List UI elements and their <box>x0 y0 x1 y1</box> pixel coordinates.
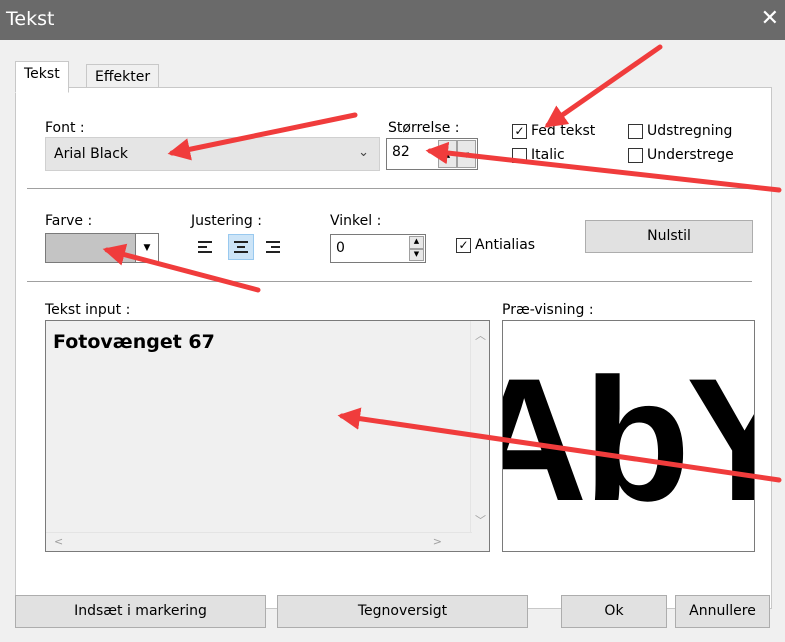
divider <box>27 281 752 282</box>
ok-button[interactable]: Ok <box>561 595 667 628</box>
scroll-up-icon[interactable]: ︿ <box>475 327 486 343</box>
scroll-right-icon[interactable]: > <box>433 535 442 548</box>
text-input-value: Fotovænget 67 <box>53 331 215 353</box>
size-down-button[interactable]: ▼ <box>457 140 476 168</box>
preview-pane: AbY <box>502 320 755 552</box>
dropdown-arrow-icon[interactable]: ▼ <box>135 234 158 262</box>
scroll-left-icon[interactable]: < <box>54 535 63 548</box>
size-up-button[interactable]: ▲ <box>438 140 457 168</box>
insert-button[interactable]: Indsæt i markering <box>15 595 266 628</box>
title-bar: Tekst ✕ <box>0 0 785 40</box>
size-spinner[interactable]: 82 ▲ ▼ <box>386 138 478 170</box>
chevron-down-icon: ⌄ <box>358 145 369 160</box>
text-input-label: Tekst input : <box>45 302 131 318</box>
checkbox-box <box>628 147 643 163</box>
charmap-button[interactable]: Tegnoversigt <box>277 595 528 628</box>
tab-tekst[interactable]: Tekst <box>15 61 69 93</box>
reset-button[interactable]: Nulstil <box>585 220 753 253</box>
bold-label: Fed tekst <box>531 123 596 139</box>
size-label: Størrelse : <box>388 120 460 136</box>
horizontal-scrollbar[interactable]: < > <box>46 532 472 551</box>
angle-spinner[interactable]: 0 ▲ ▼ <box>330 234 426 263</box>
checkbox-box <box>628 123 643 139</box>
check-icon: ✓ <box>512 123 527 139</box>
check-icon: ✓ <box>456 237 471 253</box>
align-left-icon <box>198 241 212 253</box>
vertical-scrollbar[interactable]: ︿ ﹀ <box>470 321 489 534</box>
angle-value: 0 <box>336 240 345 256</box>
angle-label: Vinkel : <box>330 213 382 229</box>
size-value: 82 <box>392 144 410 160</box>
preview-glyphs: AbY <box>503 343 754 538</box>
angle-up-button[interactable]: ▲ <box>409 236 424 249</box>
color-label: Farve : <box>45 213 93 229</box>
angle-down-button[interactable]: ▼ <box>409 248 424 261</box>
underline-checkbox[interactable]: Understrege <box>628 147 734 163</box>
alignment-label: Justering : <box>191 213 262 229</box>
font-value: Arial Black <box>54 146 129 162</box>
align-right-button[interactable] <box>260 234 286 260</box>
preview-label: Præ-visning : <box>502 302 594 318</box>
divider <box>27 188 752 189</box>
font-dropdown[interactable]: Arial Black ⌄ <box>45 137 380 171</box>
strikethrough-label: Udstregning <box>647 123 733 139</box>
underline-label: Understrege <box>647 147 734 163</box>
align-center-button[interactable] <box>228 234 254 260</box>
align-center-icon <box>234 241 248 253</box>
font-label: Font : <box>45 120 85 136</box>
strikethrough-checkbox[interactable]: Udstregning <box>628 123 732 139</box>
window-title: Tekst <box>6 8 55 30</box>
dialog-body: Tekst Effekter Font : Arial Black ⌄ Stør… <box>0 40 785 642</box>
italic-checkbox[interactable]: Italic <box>512 147 565 163</box>
align-left-button[interactable] <box>192 234 218 260</box>
close-icon[interactable]: ✕ <box>761 6 779 32</box>
antialias-checkbox[interactable]: ✓ Antialias <box>456 237 535 253</box>
italic-label: Italic <box>531 147 565 163</box>
bold-checkbox[interactable]: ✓ Fed tekst <box>512 123 595 139</box>
align-right-icon <box>266 241 280 253</box>
checkbox-box <box>512 147 527 163</box>
cancel-button[interactable]: Annullere <box>675 595 770 628</box>
color-picker[interactable]: ▼ <box>45 233 159 263</box>
antialias-label: Antialias <box>475 237 536 253</box>
text-input-area[interactable]: Fotovænget 67 ︿ ﹀ < > <box>45 320 490 552</box>
scroll-down-icon[interactable]: ﹀ <box>475 512 486 528</box>
